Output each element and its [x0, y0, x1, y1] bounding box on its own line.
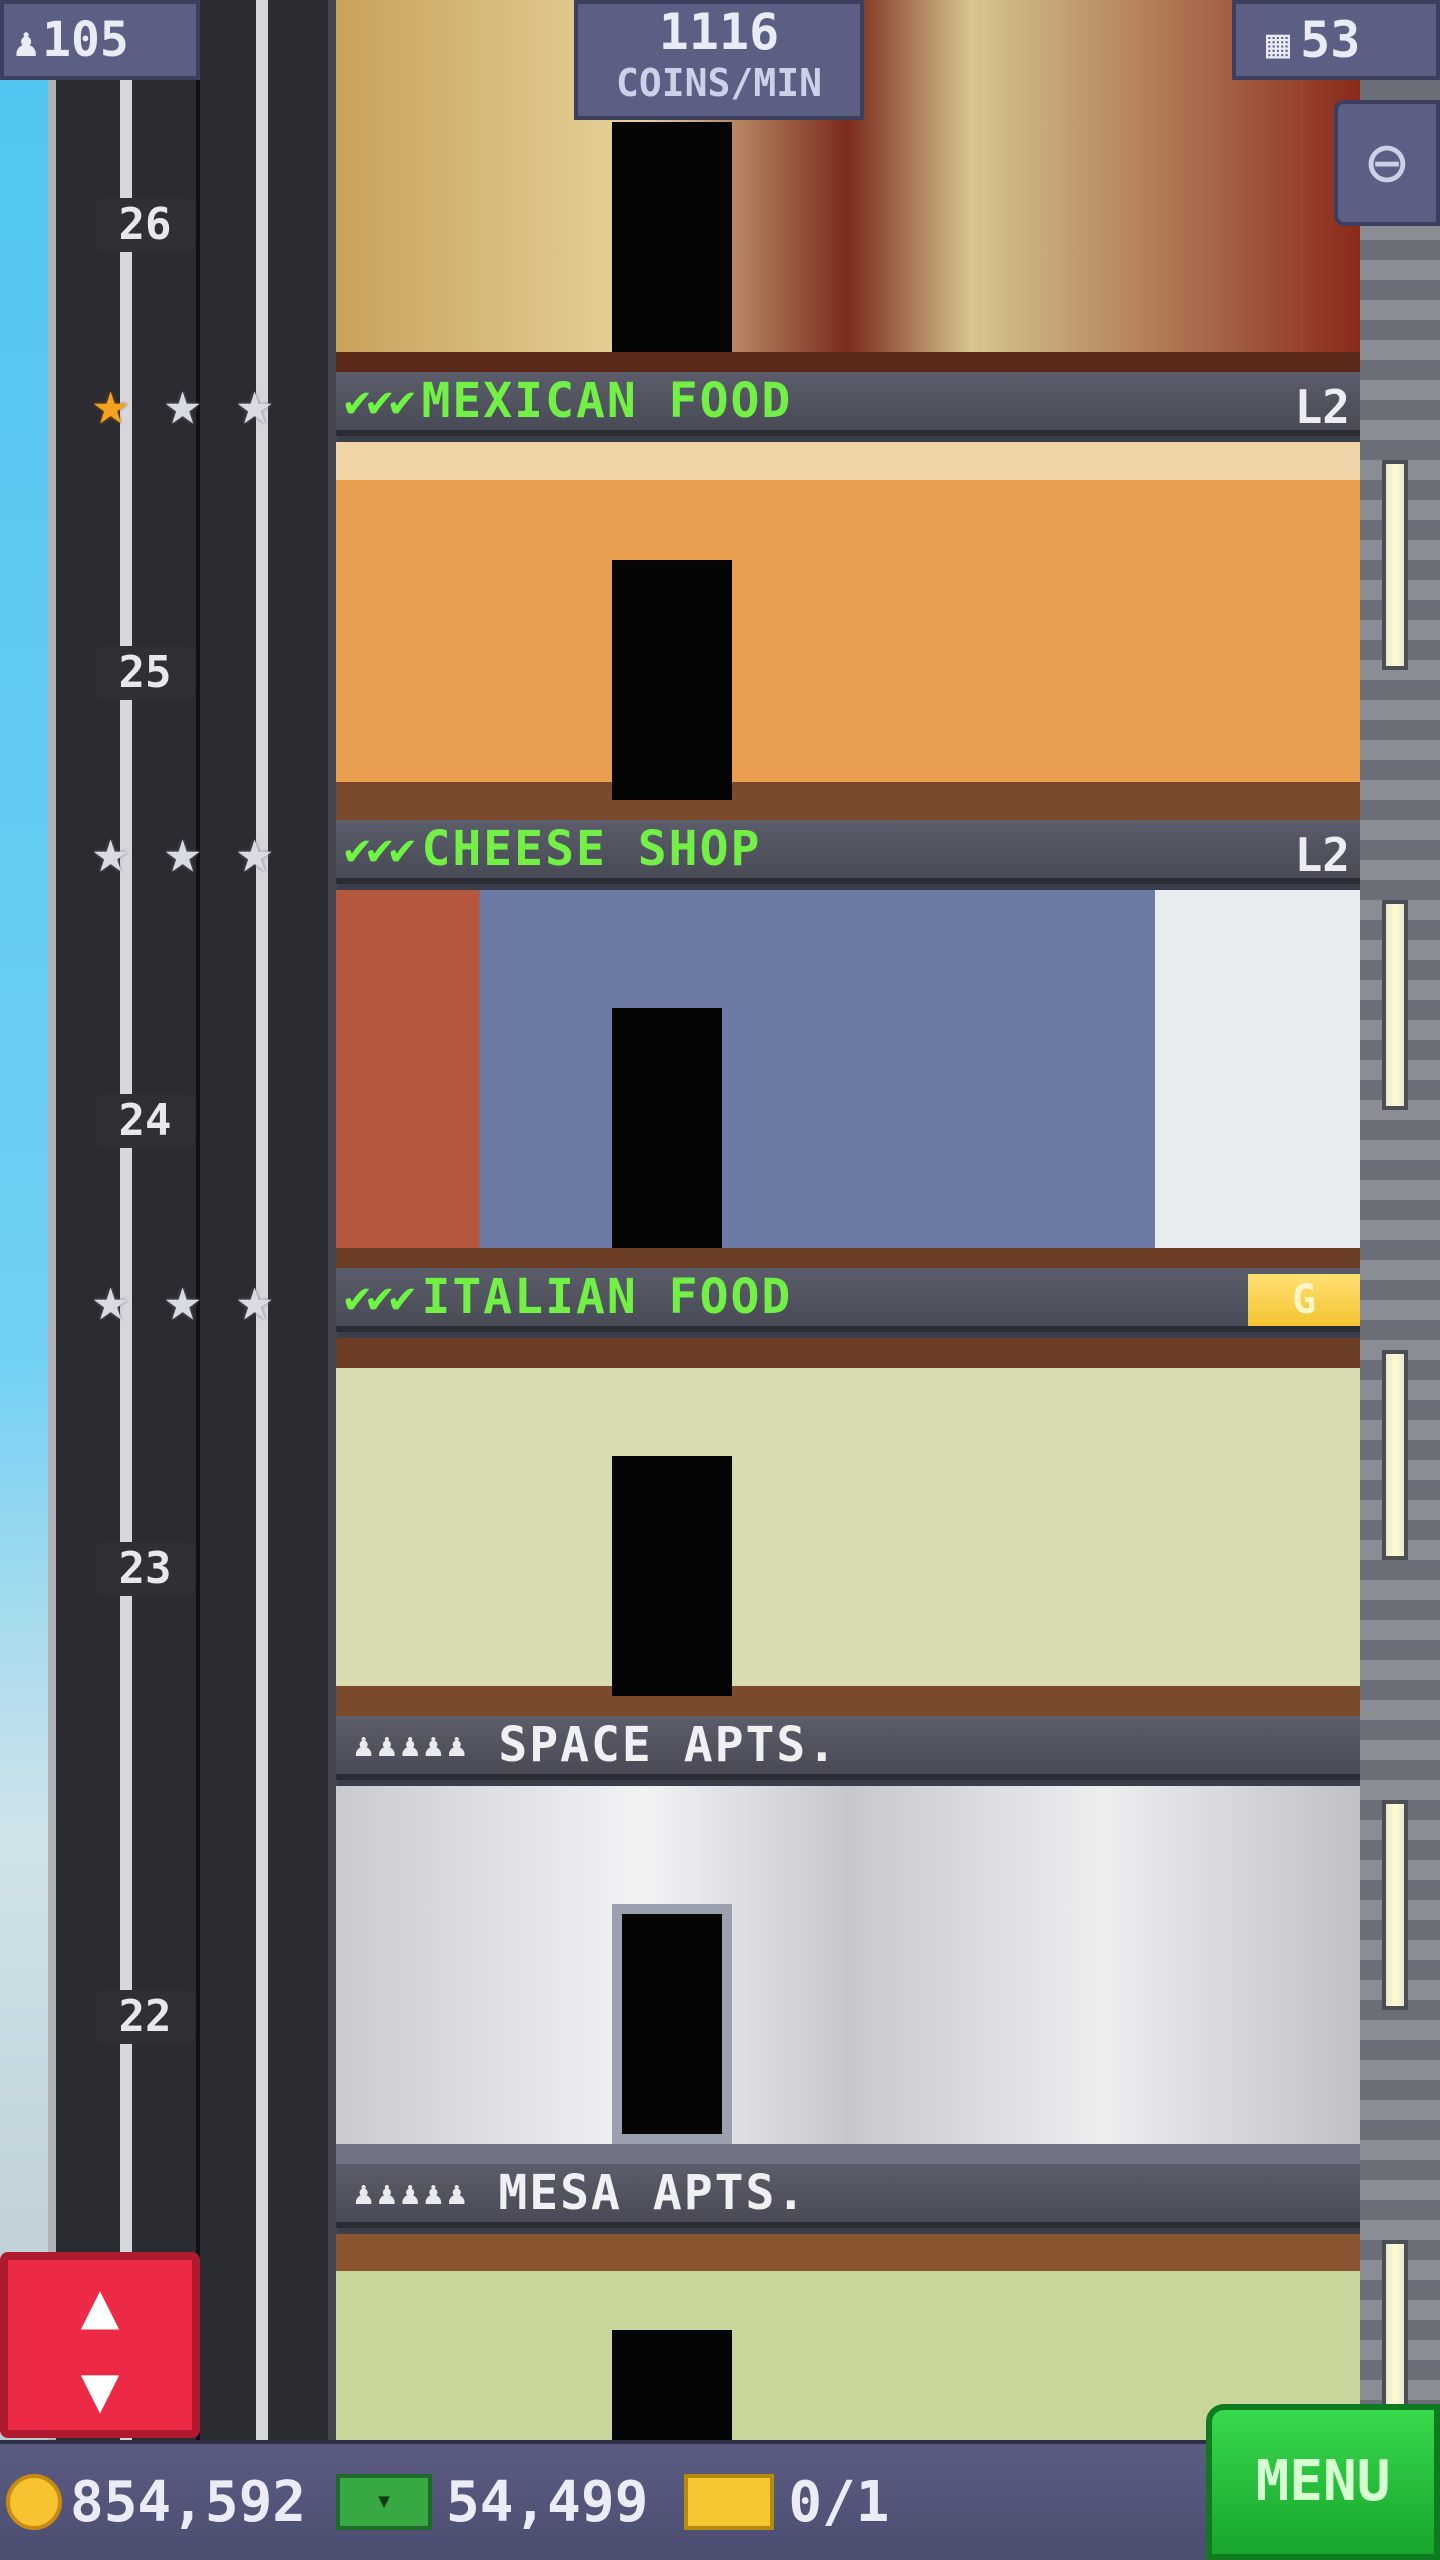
- person-icon: ♟: [14, 20, 39, 66]
- floorboard: [336, 352, 1360, 372]
- floor-mexican-food[interactable]: ✔✔✔ MEXICAN FOOD L2: [336, 372, 1360, 820]
- gold-badge[interactable]: G: [1248, 1274, 1360, 1326]
- floor-counter[interactable]: ▦ 53: [1232, 0, 1440, 80]
- silver-star-icon: ★: [236, 814, 274, 887]
- bux-icon: ▾: [336, 2474, 433, 2530]
- floorboard: [336, 800, 1360, 820]
- silver-star-icon: ★: [92, 814, 130, 887]
- floor-stars: ★ ★ ★: [92, 372, 298, 434]
- floor-stars: ★ ★ ★: [92, 1268, 298, 1330]
- silver-star-icon: ★: [236, 366, 274, 439]
- checkmarks-icon: ✔✔✔: [344, 375, 416, 427]
- zoom-out-button[interactable]: ⊖: [1334, 100, 1440, 226]
- vip-ticket-icon: [684, 2474, 775, 2530]
- floor-count-value: 53: [1300, 11, 1361, 69]
- sky-background: [0, 0, 48, 2440]
- floor-name: SPACE APTS.: [498, 1717, 839, 1773]
- floorboard: [336, 1696, 1360, 1716]
- floor-label-bar[interactable]: ✔✔✔ CHEESE SHOP L2: [336, 820, 1360, 884]
- coins-value: 854,592: [70, 2469, 307, 2535]
- floor-level: L2: [1294, 828, 1350, 882]
- silver-star-icon: ★: [92, 1262, 130, 1335]
- tickets-value: 0/1: [788, 2469, 890, 2535]
- floor-number: 23: [95, 1542, 195, 1596]
- residents-icon: ♟♟♟♟♟: [354, 1726, 471, 1764]
- checkmarks-icon: ✔✔✔: [344, 823, 416, 875]
- up-down-arrows-icon: ▲ ▼: [80, 2269, 120, 2427]
- floor-name: CHEESE SHOP: [421, 821, 762, 877]
- floor-label-bar[interactable]: ✔✔✔ MEXICAN FOOD L2: [336, 372, 1360, 436]
- checkmarks-icon: ✔✔✔: [344, 1271, 416, 1323]
- floor-stars: ★ ★ ★: [92, 820, 298, 882]
- cheese-shop-room: [336, 890, 1360, 1268]
- room-door: [612, 560, 732, 800]
- population-value: 105: [42, 12, 129, 68]
- room-door: [612, 2330, 732, 2440]
- floor-name: MESA APTS.: [498, 2165, 808, 2221]
- room-door: [612, 122, 732, 352]
- coins-per-minute-value: 1116: [658, 3, 780, 61]
- silver-star-icon: ★: [164, 1262, 202, 1335]
- floor-name: ITALIAN FOOD: [421, 1269, 793, 1325]
- silver-star-icon: ★: [164, 814, 202, 887]
- mexican-food-room: [336, 442, 1360, 820]
- bux-value: 54,499: [446, 2469, 649, 2535]
- silver-star-icon: ★: [236, 1262, 274, 1335]
- floor-number: 26: [95, 198, 195, 252]
- floorboard: [336, 2144, 1360, 2164]
- menu-button[interactable]: MENU: [1206, 2404, 1440, 2560]
- wall-window: [1382, 1800, 1408, 2010]
- coins-per-minute: 1116 COINS/MIN: [574, 0, 864, 120]
- wall-window: [1382, 1350, 1408, 1560]
- floorboard: [336, 1248, 1360, 1268]
- floor-name: MEXICAN FOOD: [421, 373, 793, 429]
- tower-right-wall: [1360, 0, 1440, 2450]
- room-door: [612, 1904, 732, 2144]
- floor-number: 24: [95, 1094, 195, 1148]
- gold-star-icon: ★: [92, 366, 130, 439]
- building-icon: ▦: [1266, 21, 1291, 67]
- space-apts-room: [336, 1786, 1360, 2164]
- coins-per-minute-unit: COINS/MIN: [616, 61, 822, 105]
- floor-mesa-apts[interactable]: ♟♟♟♟♟ MESA APTS.: [336, 2164, 1360, 2440]
- floor-label-bar[interactable]: ✔✔✔ ITALIAN FOOD G: [336, 1268, 1360, 1332]
- mesa-apts-room: [336, 2234, 1360, 2440]
- floor-number: 25: [95, 646, 195, 700]
- floor-label-bar[interactable]: ♟♟♟♟♟ MESA APTS.: [336, 2164, 1360, 2228]
- silver-star-icon: ★: [164, 366, 202, 439]
- floor-space-apts[interactable]: ♟♟♟♟♟ SPACE APTS.: [336, 1716, 1360, 2164]
- floor-level: L2: [1294, 380, 1350, 434]
- wall-window: [1382, 900, 1408, 1110]
- floor-label-bar[interactable]: ♟♟♟♟♟ SPACE APTS.: [336, 1716, 1360, 1780]
- room-door: [612, 1008, 722, 1248]
- coin-icon: [6, 2474, 62, 2530]
- italian-food-room: [336, 1338, 1360, 1716]
- wall-window: [1382, 460, 1408, 670]
- floor-italian-food[interactable]: ✔✔✔ ITALIAN FOOD G: [336, 1268, 1360, 1716]
- floor-cheese-shop[interactable]: ✔✔✔ CHEESE SHOP L2: [336, 820, 1360, 1268]
- population-counter[interactable]: ♟105: [0, 0, 200, 80]
- elevator-button[interactable]: ▲ ▼: [0, 2252, 200, 2438]
- floor-number: 22: [95, 1990, 195, 2044]
- residents-icon: ♟♟♟♟♟: [354, 2174, 471, 2212]
- zoom-out-icon: ⊖: [1365, 121, 1409, 203]
- room-door: [612, 1456, 732, 1696]
